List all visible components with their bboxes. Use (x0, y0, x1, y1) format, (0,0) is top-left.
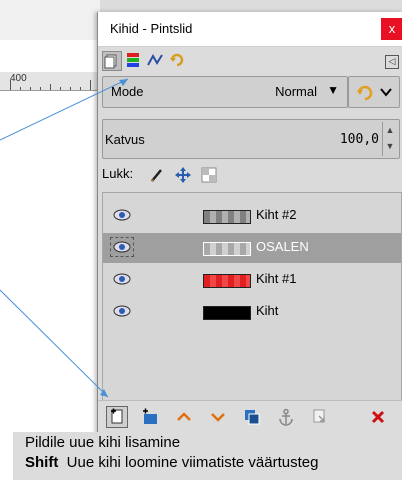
tooltip-line2-text: Uue kihi loomine viimatiste väärtusteg (66, 454, 319, 471)
eye-icon[interactable] (113, 208, 131, 222)
ruler-tick (50, 84, 51, 90)
tab-menu-icon[interactable]: ◁ (385, 55, 399, 69)
layer-name[interactable]: OSALEN (256, 239, 309, 254)
layer-row[interactable]: Kiht (103, 297, 401, 327)
new-layer-group-icon (143, 408, 157, 424)
merge-down-icon (313, 409, 325, 423)
dialog-titlebar[interactable]: Kihid - Pintslid x (98, 12, 402, 47)
layers-toolbar (98, 400, 402, 435)
composite-mode-button[interactable] (348, 76, 400, 108)
layer-thumbnail (203, 242, 251, 256)
eye-icon[interactable] (113, 304, 131, 318)
eye-icon[interactable] (110, 237, 134, 257)
opacity-label: Katvus (105, 132, 145, 147)
layers-icon (104, 54, 117, 69)
opacity-value: 100,0 (339, 132, 379, 147)
tooltip-line2: Shift Uue kihi loomine viimatiste väärtu… (25, 454, 318, 471)
composite-mode-icon (357, 85, 392, 101)
duplicate-layer-button[interactable] (242, 408, 262, 428)
layer-row[interactable]: Kiht #2 (103, 201, 401, 231)
mode-value: Normal (275, 84, 317, 99)
ruler-tick (40, 87, 41, 90)
opacity-spinbox[interactable]: Katvus 100,0 ▲ ▼ (102, 119, 400, 159)
dock-tabs: ◁ (98, 47, 402, 77)
new-layer-button[interactable] (106, 406, 128, 428)
channels-icon (127, 53, 139, 67)
layer-row[interactable]: Kiht #1 (103, 265, 401, 295)
ruler-tick (70, 87, 71, 90)
raise-layer-icon (177, 412, 191, 421)
eye-icon[interactable] (113, 272, 131, 286)
layer-row[interactable]: OSALEN (103, 233, 401, 263)
delete-layer-icon (371, 410, 385, 424)
close-button[interactable]: x (381, 18, 402, 40)
ruler-tick (20, 87, 21, 90)
dialog-title: Kihid - Pintslid (110, 21, 193, 36)
new-layer-icon (111, 408, 123, 424)
channels-tab[interactable] (124, 51, 142, 69)
anchor-layer-icon (279, 408, 293, 426)
chevron-down-icon: ▼ (327, 83, 339, 97)
ruler-tick (30, 87, 31, 90)
layers-tab[interactable] (102, 51, 122, 71)
ruler-tick (10, 80, 11, 90)
lower-layer-button[interactable] (208, 408, 228, 428)
lock-pixels-icon[interactable] (148, 166, 166, 184)
ruler-tick (60, 87, 61, 90)
horizontal-ruler: 400 (0, 72, 100, 91)
undo-history-icon (170, 53, 184, 67)
canvas-body (0, 91, 100, 480)
tooltip: Pildile uue kihi lisamine Shift Uue kihi… (13, 432, 402, 480)
mode-select[interactable]: Mode Normal ▼ (102, 76, 348, 108)
lock-label: Lukk: (102, 166, 134, 181)
mode-label: Mode (111, 84, 144, 99)
raise-layer-button[interactable] (174, 408, 194, 428)
canvas-top-area (0, 0, 100, 40)
lock-position-icon[interactable] (174, 166, 192, 184)
anchor-layer-button[interactable] (276, 408, 296, 428)
layers-list: Kiht #2 OSALEN Kiht #1 Kiht (102, 192, 402, 404)
delete-layer-button[interactable] (368, 408, 388, 428)
layer-name[interactable]: Kiht #1 (256, 271, 296, 286)
paths-tab[interactable] (146, 51, 164, 69)
undo-history-tab[interactable] (168, 51, 186, 69)
layer-name[interactable]: Kiht (256, 303, 278, 318)
spin-arrows-icon[interactable]: ▲ ▼ (382, 122, 397, 156)
duplicate-layer-icon (245, 410, 260, 425)
tooltip-line1: Pildile uue kihi lisamine (25, 434, 181, 451)
layer-name[interactable]: Kiht #2 (256, 207, 296, 222)
ruler-tick (90, 80, 91, 90)
ruler-tick (80, 87, 81, 90)
layer-thumbnail (203, 210, 251, 224)
layer-thumbnail (203, 274, 251, 288)
paths-icon (147, 53, 163, 66)
lock-alpha-icon[interactable] (200, 166, 218, 184)
layers-dialog: Kihid - Pintslid x ◁ Mode Normal ▼ Katvu… (97, 12, 402, 480)
lower-layer-icon (211, 413, 225, 422)
tooltip-modifier: Shift (25, 454, 59, 471)
new-layer-group-button[interactable] (140, 408, 160, 428)
merge-down-button[interactable] (310, 408, 330, 428)
layer-thumbnail (203, 306, 251, 320)
ruler-label: 400 (10, 73, 27, 84)
lock-row: Lukk: (102, 164, 398, 186)
